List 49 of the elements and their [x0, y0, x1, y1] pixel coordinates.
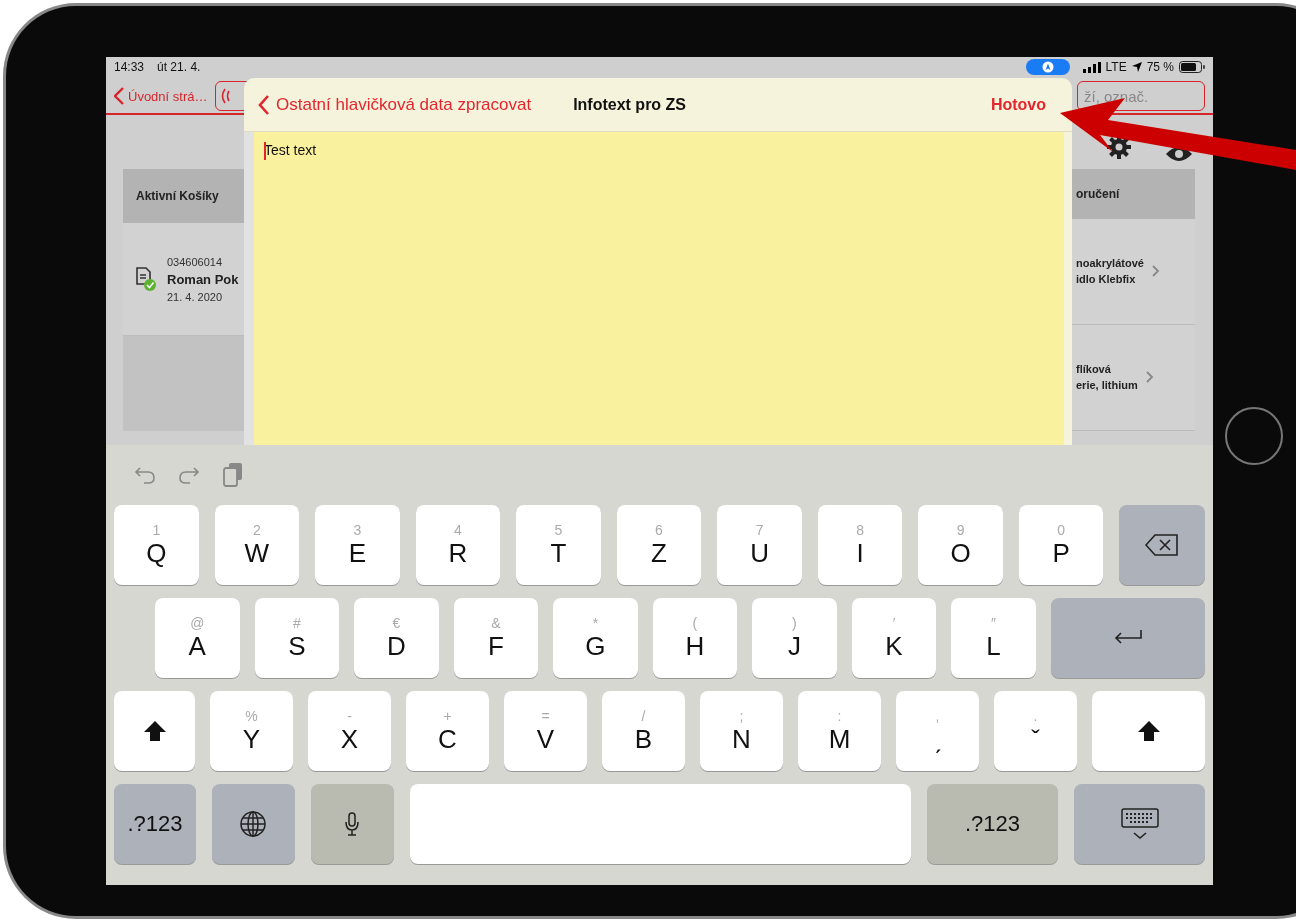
key[interactable]: . ˇ [994, 691, 1077, 771]
key[interactable]: / B [602, 691, 685, 771]
numbers-key[interactable]: .?123 [926, 784, 1059, 864]
product-row[interactable]: flíková erie, lithium [1072, 324, 1195, 431]
key[interactable]: 9 O [918, 505, 1003, 585]
numbers-key[interactable]: .?123 [114, 784, 196, 864]
done-button[interactable]: Hotovo [990, 95, 1046, 114]
key[interactable]: 0 P [1018, 505, 1104, 585]
customer-name: Roman Pok [167, 271, 239, 287]
panel-header: oručení [1072, 169, 1195, 219]
text-field[interactable]: Test text [254, 132, 1064, 445]
key[interactable]: % Y [210, 691, 293, 771]
key[interactable]: 7 U [717, 505, 802, 585]
basket-date: 21. 4. 2020 [167, 290, 224, 303]
key[interactable]: 4 R [415, 505, 501, 585]
key[interactable]: 8 I [817, 505, 903, 585]
key[interactable]: 1 Q [114, 505, 199, 585]
key[interactable]: 2 W [214, 505, 300, 585]
key[interactable]: & F [453, 598, 539, 678]
key[interactable]: + C [406, 691, 489, 771]
key[interactable]: - X [308, 691, 391, 771]
dialog-title: Infotext pro ZS [573, 95, 687, 114]
product-row[interactable]: noakrylátové idlo Klebfix [1072, 218, 1195, 325]
basket-number: 034606014 [167, 255, 224, 268]
key[interactable]: ( H [652, 598, 738, 678]
key[interactable]: = V [504, 691, 587, 771]
key[interactable]: @ A [155, 598, 240, 678]
product-name-line: flíková [1076, 363, 1112, 376]
status-date: út 21. 4. [157, 60, 201, 74]
key[interactable]: ″ L [951, 598, 1036, 678]
key[interactable]: ′ K [851, 598, 937, 678]
key[interactable]: ; N [700, 691, 783, 771]
network-label: LTE [1105, 60, 1127, 74]
key[interactable]: 3 E [315, 505, 400, 585]
key[interactable]: ) J [752, 598, 837, 678]
panel-header: Aktivní Košíky [123, 169, 244, 223]
product-name-line: noakrylátové [1076, 257, 1144, 270]
key[interactable]: € D [354, 598, 439, 678]
status-time: 14:33 [114, 60, 145, 74]
key[interactable]: : M [798, 691, 881, 771]
battery-percent: 75 % [1146, 60, 1174, 74]
product-name-line: erie, lithium [1076, 379, 1138, 392]
key[interactable]: # S [254, 598, 340, 678]
key[interactable]: * G [553, 598, 638, 678]
basket-row[interactable]: 034606014 Roman Pok 21. 4. 2020 [123, 223, 244, 336]
key[interactable]: 6 Z [616, 505, 702, 585]
key[interactable]: 5 T [516, 505, 601, 585]
key[interactable]: , ˏ [896, 691, 979, 771]
product-name-line: idlo Klebfix [1076, 273, 1137, 286]
